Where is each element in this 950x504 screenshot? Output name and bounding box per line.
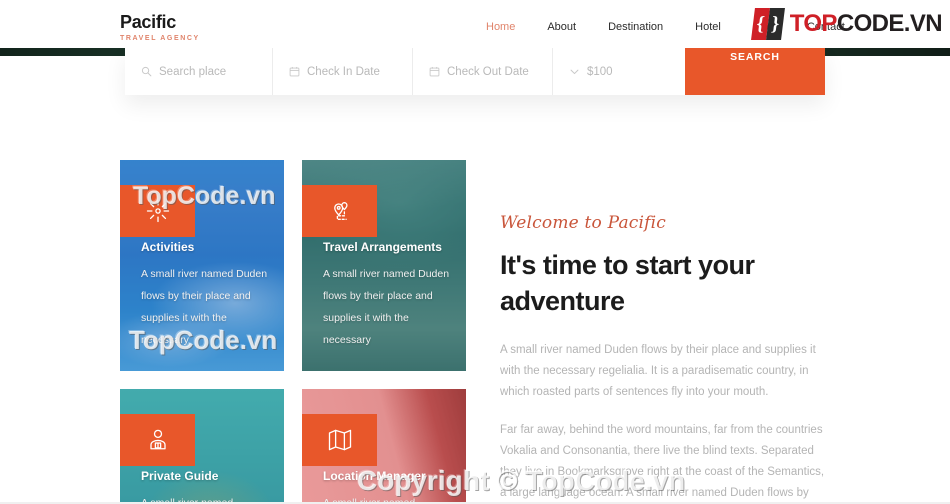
card-description: A small river named Duden flows by their… [323, 268, 450, 346]
brand-tagline: TRAVEL AGENCY [120, 35, 200, 42]
topcode-brackets-icon: { } [750, 8, 785, 40]
page-title: It's time to start your adventure [500, 250, 755, 316]
intro-eyebrow: Welcome to Pacific [500, 213, 667, 233]
chevron-down-icon [569, 66, 580, 77]
checkin-date-placeholder: Check In Date [307, 65, 380, 78]
feature-cards-grid: Activities A small river named Duden flo… [120, 160, 466, 504]
search-button[interactable]: SEARCH [685, 48, 825, 95]
checkout-date-placeholder: Check Out Date [447, 65, 529, 78]
card-title: Private Guide [141, 469, 219, 483]
topcode-wordmark-dark: CODE.VN [836, 10, 943, 37]
feature-card[interactable]: Activities A small river named Duden flo… [120, 160, 284, 371]
brand-name: Pacific [120, 12, 176, 32]
feature-card[interactable]: Travel Arrangements A small river named … [302, 160, 466, 371]
search-icon [141, 66, 152, 77]
intro-paragraph-1: A small river named Duden flows by their… [500, 344, 816, 398]
nav-item-about[interactable]: About [531, 22, 592, 33]
feature-card[interactable]: Private Guide A small river named [120, 389, 284, 504]
card-title: Activities [141, 240, 195, 254]
calendar-icon [289, 66, 300, 77]
feature-card[interactable]: Location Manager A small river named [302, 389, 466, 504]
card-title: Location Manager [323, 469, 426, 483]
search-bar: Search place Check In Date Check Out Dat… [125, 48, 825, 95]
topcode-wordmark: TOPCODE.VN [789, 8, 943, 40]
guide-person-icon [120, 414, 195, 466]
nav-item-home[interactable]: Home [470, 22, 531, 33]
topcode-watermark-logo: { } TOPCODE.VN [750, 8, 943, 40]
nav-item-destination[interactable]: Destination [592, 22, 679, 33]
nav-item-hotel[interactable]: Hotel [679, 22, 737, 33]
intro-section: Welcome to Pacific It's time to start yo… [500, 213, 830, 504]
search-place-placeholder: Search place [159, 65, 227, 78]
brand-logo[interactable]: Pacific TRAVEL AGENCY [120, 13, 200, 42]
route-map-pin-icon [302, 185, 377, 237]
checkin-date-field[interactable]: Check In Date [273, 48, 413, 95]
topcode-wordmark-red: TOP [789, 10, 838, 37]
folded-map-icon [302, 414, 377, 466]
main-content: Activities A small river named Duden flo… [0, 95, 950, 504]
card-description: A small river named Duden flows by their… [141, 268, 268, 346]
card-title: Travel Arrangements [323, 240, 442, 254]
search-place-field[interactable]: Search place [125, 48, 273, 95]
checkout-date-field[interactable]: Check Out Date [413, 48, 553, 95]
bracket-right-glyph: } [765, 8, 785, 40]
fireworks-activities-icon [120, 185, 195, 237]
price-select-field[interactable]: $100 [553, 48, 685, 95]
calendar-icon [429, 66, 440, 77]
price-value: $100 [587, 65, 613, 78]
page-root: Pacific TRAVEL AGENCY Home About Destina… [0, 0, 950, 504]
intro-paragraph-2: Far far away, behind the word mountains,… [500, 424, 825, 499]
